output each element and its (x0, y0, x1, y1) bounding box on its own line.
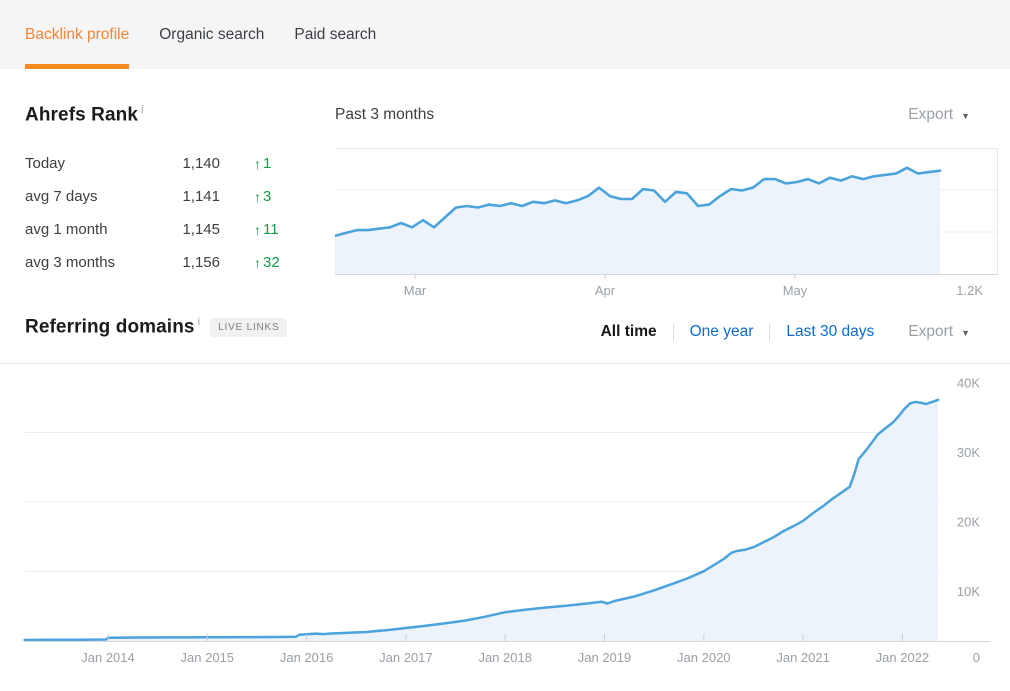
tab-paid-search[interactable]: Paid search (294, 0, 376, 69)
tab-backlink-profile[interactable]: Backlink profile (25, 0, 129, 69)
time-range-controls: All time One year Last 30 days Export ▼ (601, 321, 970, 343)
separator (769, 324, 770, 341)
rank-row-label: avg 1 month (25, 221, 157, 238)
ahrefs-rank-section: Ahrefs Ranki Today 1,140 ↑1 avg 7 days 1… (25, 104, 315, 279)
referring-domains-chart[interactable]: Jan 2014 Jan 2015 Jan 2016 Jan 2017 Jan 2018… (0, 363, 1010, 691)
tab-label: Backlink profile (25, 26, 129, 44)
rank-row-today: Today 1,140 ↑1 (25, 147, 315, 180)
rank-row-change: ↑11 (220, 221, 279, 238)
rank-row-label: avg 7 days (25, 188, 157, 205)
export-button[interactable]: Export ▼ (908, 106, 970, 124)
rank-row-change: ↑3 (220, 188, 271, 205)
active-tab-underline (25, 64, 129, 69)
rank-change-amount: 32 (263, 254, 280, 271)
up-arrow-icon: ↑ (254, 156, 261, 172)
svg-text:1.2K: 1.2K (956, 283, 983, 298)
rank-row-value: 1,140 (157, 155, 220, 172)
svg-text:40K: 40K (957, 376, 980, 391)
tab-bar: Backlink profile Organic search Paid sea… (0, 0, 1010, 69)
svg-text:Mar: Mar (404, 283, 427, 298)
up-arrow-icon: ↑ (254, 222, 261, 238)
svg-text:20K: 20K (957, 515, 980, 530)
rank-change-amount: 3 (263, 188, 271, 205)
svg-text:Jan 2017: Jan 2017 (379, 650, 433, 665)
tab-organic-search[interactable]: Organic search (159, 0, 264, 69)
rank-change-amount: 1 (263, 155, 271, 172)
live-links-badge: LIVE LINKS (210, 318, 287, 337)
ahrefs-rank-table: Today 1,140 ↑1 avg 7 days 1,141 ↑3 avg 1… (25, 147, 315, 279)
up-arrow-icon: ↑ (254, 189, 261, 205)
svg-text:Jan 2021: Jan 2021 (776, 650, 830, 665)
svg-text:Apr: Apr (595, 283, 616, 298)
up-arrow-icon: ↑ (254, 255, 261, 271)
rank-row-label: Today (25, 155, 157, 172)
rank-row-value: 1,156 (157, 254, 220, 271)
rank-row-value: 1,145 (157, 221, 220, 238)
rank-change-amount: 11 (263, 221, 279, 238)
caret-down-icon: ▼ (961, 110, 970, 121)
rank-trend-chart[interactable]: Mar Apr May 1.2K (335, 148, 998, 300)
range-all-time[interactable]: All time (601, 323, 657, 341)
export-label: Export (908, 106, 953, 124)
svg-text:Jan 2016: Jan 2016 (280, 650, 334, 665)
range-one-year[interactable]: One year (690, 323, 754, 341)
ahrefs-dashboard: Backlink profile Organic search Paid sea… (0, 0, 1010, 691)
rank-row-avg-3-months: avg 3 months 1,156 ↑32 (25, 246, 315, 279)
rank-row-avg-7-days: avg 7 days 1,141 ↑3 (25, 180, 315, 213)
range-last-30-days[interactable]: Last 30 days (786, 323, 874, 341)
svg-text:10K: 10K (957, 584, 980, 599)
rank-row-change: ↑1 (220, 155, 271, 172)
referring-domains-header: Referring domainsi LIVE LINKS (25, 316, 287, 338)
svg-text:Jan 2015: Jan 2015 (181, 650, 235, 665)
svg-text:Jan 2014: Jan 2014 (81, 650, 135, 665)
tab-label: Organic search (159, 26, 264, 44)
export-label: Export (908, 323, 953, 341)
info-icon[interactable]: i (198, 316, 201, 328)
rank-chart-header: Past 3 months Export ▼ (335, 106, 970, 124)
svg-text:Jan 2020: Jan 2020 (677, 650, 731, 665)
tab-label: Paid search (294, 26, 376, 44)
svg-text:Jan 2018: Jan 2018 (478, 650, 532, 665)
caret-down-icon: ▼ (961, 327, 970, 338)
svg-text:0: 0 (973, 650, 980, 665)
ahrefs-rank-title-text: Ahrefs Rank (25, 104, 138, 125)
svg-text:30K: 30K (957, 445, 980, 460)
rank-row-change: ↑32 (220, 254, 280, 271)
referring-domains-title: Referring domainsi (25, 316, 200, 338)
rank-row-label: avg 3 months (25, 254, 157, 271)
svg-text:May: May (783, 283, 808, 298)
ahrefs-rank-title: Ahrefs Ranki (25, 104, 315, 126)
rank-row-avg-1-month: avg 1 month 1,145 ↑11 (25, 213, 315, 246)
rank-chart-title: Past 3 months (335, 106, 434, 124)
separator (673, 324, 674, 341)
export-button[interactable]: Export ▼ (908, 323, 970, 341)
svg-text:Jan 2022: Jan 2022 (876, 650, 930, 665)
info-icon[interactable]: i (141, 104, 144, 116)
rank-row-value: 1,141 (157, 188, 220, 205)
svg-text:Jan 2019: Jan 2019 (578, 650, 632, 665)
referring-domains-title-text: Referring domains (25, 316, 195, 337)
